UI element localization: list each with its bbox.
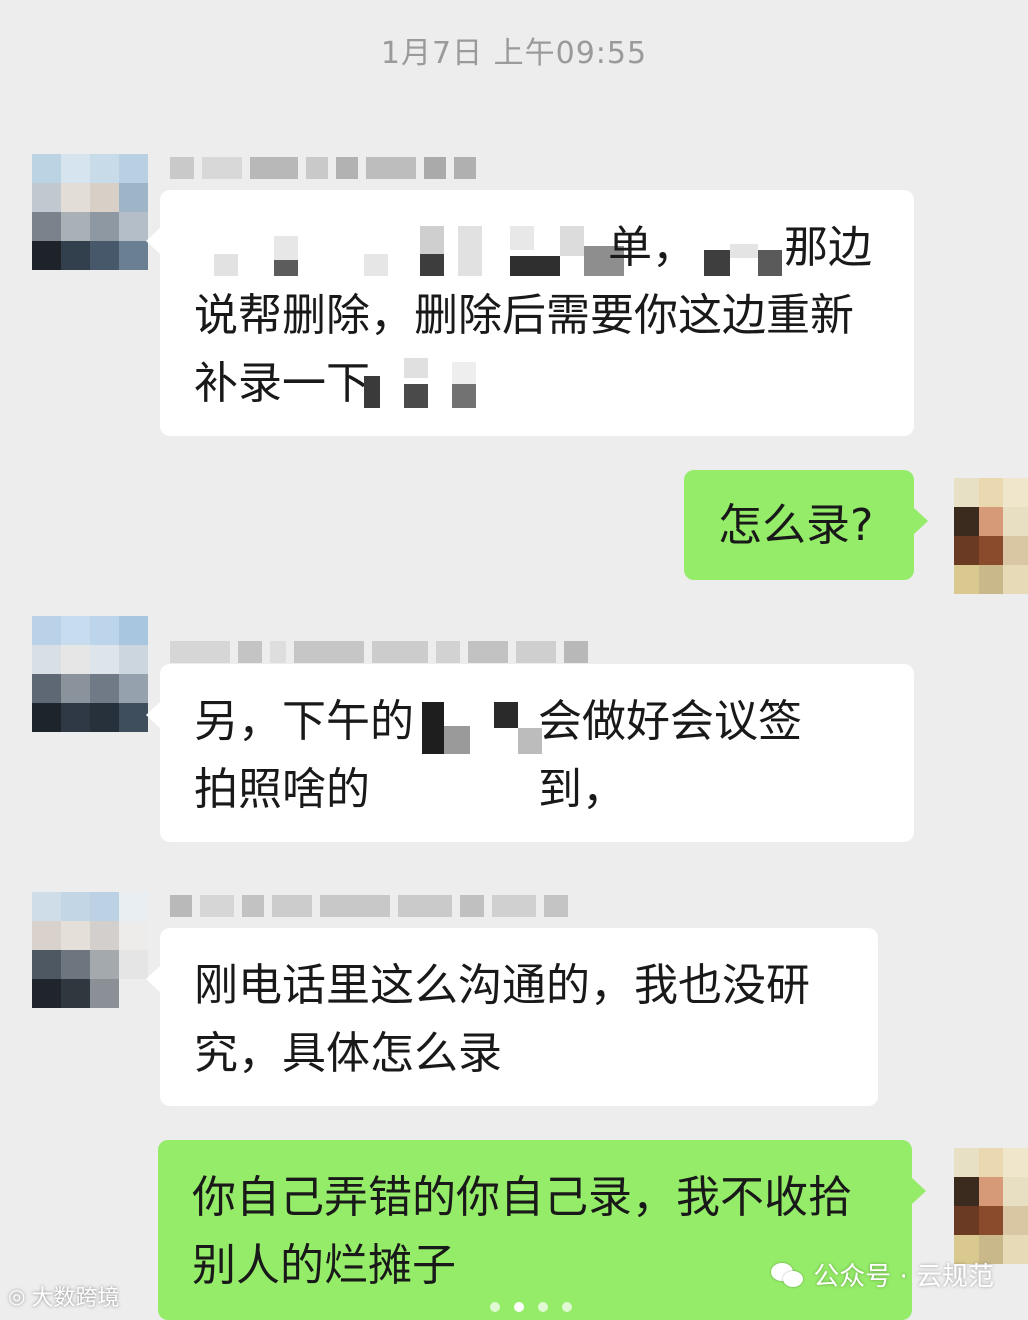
my-avatar[interactable] — [954, 1148, 1028, 1264]
page-dot[interactable] — [490, 1302, 500, 1312]
sender-name-blurred — [170, 156, 476, 180]
sender-name-blurred — [170, 640, 588, 664]
message-line: 你自己弄错的你自己录，我不收拾 — [192, 1172, 852, 1223]
page-dot[interactable] — [562, 1302, 572, 1312]
message-text-fragment: 单， — [608, 222, 696, 273]
message-bubble[interactable]: 刚电话里这么沟通的，我也没研 究，具体怎么录 — [146, 928, 878, 1106]
contact-avatar[interactable] — [32, 154, 148, 270]
message-text-fragment: 另，下午的 — [194, 696, 414, 747]
my-avatar[interactable] — [954, 478, 1028, 594]
sender-name-blurred — [170, 894, 568, 918]
contact-avatar[interactable] — [32, 616, 148, 732]
message-line: 说帮删除，删除后需要你这边重新 — [194, 290, 854, 341]
timestamp: 1月7日 上午09:55 — [380, 36, 648, 71]
message-line: 另，下午的 会做好会议签到， — [194, 688, 880, 815]
watermark-text: 大数跨境 — [31, 1286, 120, 1311]
page-indicator[interactable] — [490, 1302, 572, 1312]
watermark-text: 公众号 · 云规范 — [813, 1262, 994, 1292]
logo-icon: ◎ — [8, 1284, 26, 1308]
message-line: 刚电话里这么沟通的，我也没研 — [194, 960, 810, 1011]
message-line: 单， 那边 — [194, 214, 880, 282]
wechat-icon — [771, 1261, 805, 1289]
watermark-right: 公众号 · 云规范 — [771, 1256, 994, 1293]
message-bubble[interactable]: 单， 那边 说帮删除，删除后需要你这边重新 补录一下 — [146, 190, 914, 436]
message-line: 究，具体怎么录 — [194, 1028, 502, 1079]
message-line: 补录一下 — [194, 350, 880, 418]
message-text-fragment: 补录一下 — [194, 358, 370, 409]
message-text-fragment: 会做好会议签到， — [538, 696, 802, 815]
page-dot[interactable] — [538, 1302, 548, 1312]
redacted-mosaic — [364, 358, 484, 408]
message-text: 怎么录? — [718, 500, 874, 551]
message-bubble[interactable]: 你自己弄错的你自己录，我不收拾 别人的烂摊子 — [158, 1140, 926, 1320]
redacted-mosaic — [214, 226, 634, 276]
contact-avatar[interactable] — [32, 892, 148, 1008]
watermark-left: ◎ 大数跨境 — [8, 1280, 119, 1312]
message-text-fragment: 那边 — [784, 222, 872, 273]
page-dot[interactable] — [514, 1302, 524, 1312]
message-bubble[interactable]: 另，下午的 会做好会议签到， 拍照啥的 — [146, 664, 914, 842]
message-bubble[interactable]: 怎么录? — [684, 470, 928, 580]
